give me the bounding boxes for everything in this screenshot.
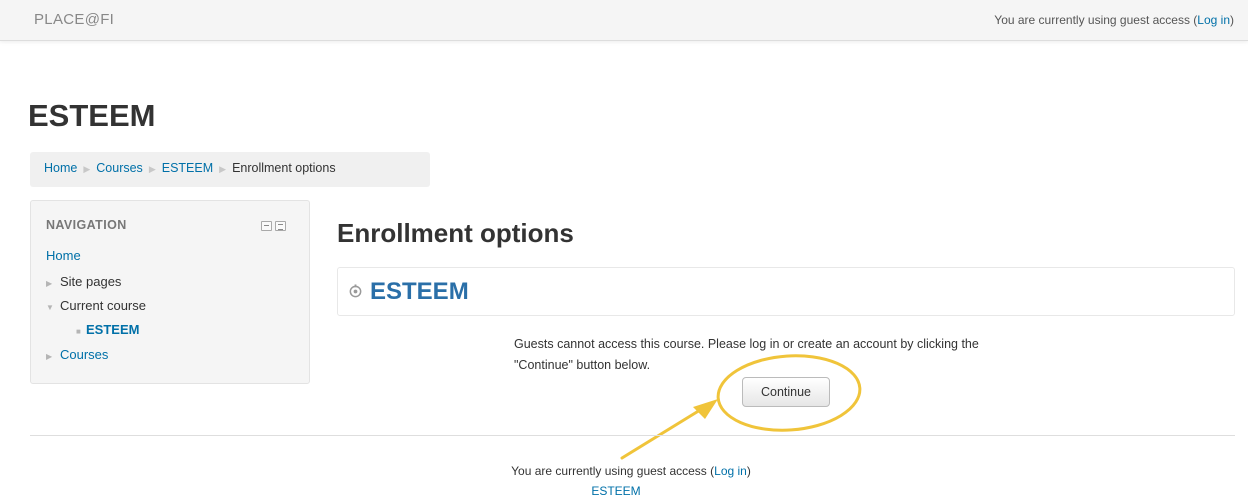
course-info-icon[interactable]	[348, 284, 363, 299]
guest-access-message: Guests cannot access this course. Please…	[514, 337, 979, 372]
nav-item-courses[interactable]: ▶ Courses	[46, 347, 108, 362]
footer-course: ESTEEM	[0, 484, 1232, 498]
login-link[interactable]: Log in	[1197, 13, 1230, 27]
expand-arrow-icon[interactable]: ▶	[46, 352, 60, 361]
nav-item-current-course[interactable]: ▼ Current course	[46, 298, 146, 313]
pointer-arrow-line	[620, 405, 707, 460]
nav-item-site-pages-label: Site pages	[60, 274, 122, 289]
course-title-link[interactable]: ESTEEM	[370, 278, 469, 306]
footer-login-text: You are currently using guest access (	[511, 464, 715, 478]
pointer-arrow-head	[693, 399, 718, 419]
breadcrumb-home[interactable]: Home	[44, 161, 77, 175]
breadcrumb-separator-icon: ▶	[219, 164, 227, 174]
site-brand[interactable]: PLACE@FI	[34, 11, 114, 28]
continue-button[interactable]: Continue	[742, 377, 830, 407]
enrollment-options-title: Enrollment options	[337, 218, 574, 248]
navigation-block: NAVIGATION Home ▶ Site pages ▼ Current cou…	[30, 200, 310, 384]
nav-item-home-label[interactable]: Home	[46, 248, 81, 263]
nav-item-course[interactable]: ■ ESTEEM	[76, 322, 139, 337]
dock-block-icon[interactable]	[261, 221, 272, 231]
footer-login-suffix: )	[746, 464, 751, 478]
collapse-arrow-icon[interactable]: ▼	[46, 303, 60, 312]
nav-item-courses-label[interactable]: Courses	[60, 347, 108, 362]
breadcrumb-current: Enrollment options	[232, 161, 336, 175]
breadcrumb-course[interactable]: ESTEEM	[162, 161, 213, 175]
course-box: ESTEEM	[337, 267, 1235, 316]
footer-course-link[interactable]: ESTEEM	[591, 484, 640, 498]
nav-item-home[interactable]: Home	[46, 248, 81, 263]
breadcrumb-separator-icon: ▶	[83, 164, 91, 174]
login-info-suffix: )	[1230, 13, 1234, 27]
nav-item-course-label[interactable]: ESTEEM	[86, 322, 139, 337]
navigation-title: NAVIGATION	[46, 218, 127, 232]
page-title: ESTEEM	[28, 98, 156, 133]
footer-login-info: You are currently using guest access (Lo…	[0, 464, 1248, 478]
footer-login-link[interactable]: Log in	[714, 464, 747, 478]
login-info-text: You are currently using guest access (	[994, 13, 1198, 27]
nav-item-site-pages[interactable]: ▶ Site pages	[46, 274, 121, 289]
breadcrumb-courses[interactable]: Courses	[96, 161, 143, 175]
breadcrumb: Home ▶ Courses ▶ ESTEEM ▶ Enrollment options	[30, 152, 430, 187]
breadcrumb-separator-icon: ▶	[148, 164, 156, 174]
login-info: You are currently using guest access (Lo…	[994, 13, 1234, 27]
footer-divider	[30, 435, 1235, 436]
nav-item-current-course-label: Current course	[60, 298, 146, 313]
top-navbar: PLACE@FI You are currently using guest a…	[0, 0, 1248, 41]
expand-arrow-icon[interactable]: ▶	[46, 279, 60, 288]
collapse-block-icon[interactable]	[275, 221, 286, 231]
bullet-icon: ■	[76, 327, 81, 336]
